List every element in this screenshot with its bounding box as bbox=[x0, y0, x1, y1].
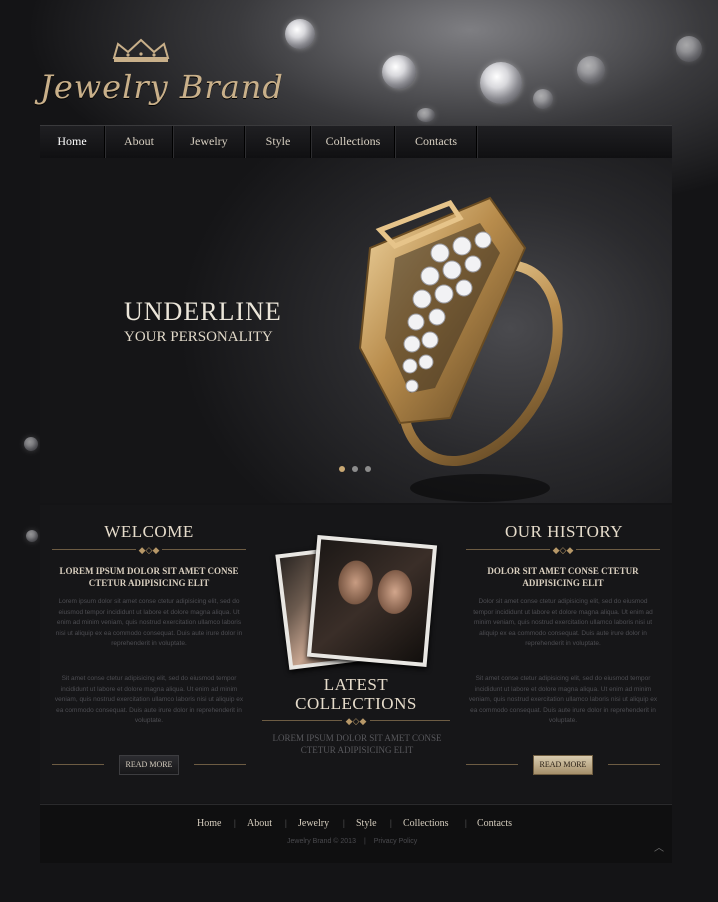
footer-link-style[interactable]: Style bbox=[356, 818, 377, 829]
hero-subtitle: YOUR PERSONALITY bbox=[124, 329, 273, 345]
diamond-decoration bbox=[285, 19, 315, 49]
collection-photo[interactable] bbox=[306, 535, 438, 667]
nav-item-home[interactable]: Home bbox=[40, 126, 104, 158]
footer-link-about[interactable]: About bbox=[247, 818, 272, 829]
footer-separator: | bbox=[390, 818, 392, 828]
main-nav: Home About Jewelry Style Collections Con… bbox=[40, 125, 672, 159]
footer-separator: | bbox=[343, 818, 345, 828]
history-paragraph: Sit amet conse ctetur adipisicing elit, … bbox=[468, 675, 658, 724]
footer-link-contacts[interactable]: Contacts bbox=[477, 818, 512, 829]
privacy-policy-link[interactable]: Privacy Policy bbox=[374, 838, 418, 845]
nav-item-contacts[interactable]: Contacts bbox=[396, 126, 476, 158]
chevron-up-icon[interactable]: ︿ bbox=[652, 844, 666, 854]
ring-image bbox=[358, 196, 563, 502]
hero-title: UNDERLINE bbox=[124, 297, 282, 326]
divider-ornament: ◆◇◆ bbox=[262, 716, 450, 726]
divider-ornament: ◆◇◆ bbox=[52, 545, 246, 555]
slider-dot[interactable] bbox=[339, 466, 345, 472]
copyright-text: Jewelry Brand © 2013 bbox=[287, 838, 356, 845]
nav-item-about[interactable]: About bbox=[106, 126, 172, 158]
divider-ornament: ◆◇◆ bbox=[466, 545, 660, 555]
diamond-decoration bbox=[533, 89, 553, 109]
slider-dot[interactable] bbox=[365, 466, 371, 472]
welcome-paragraph: Sit amet conse ctetur adipisicing elit, … bbox=[54, 675, 244, 724]
welcome-lead: LOREM IPSUM DOLOR SIT AMET CONSE CTETUR … bbox=[59, 566, 239, 588]
diamond-decoration bbox=[382, 55, 416, 89]
history-lead: DOLOR SIT AMET CONSE CTETUR ADIPISICING … bbox=[487, 566, 639, 588]
footer-separator: | bbox=[234, 818, 236, 828]
footer-separator: | bbox=[285, 818, 287, 828]
footer-link-jewelry[interactable]: Jewelry bbox=[298, 818, 329, 829]
slider-dot[interactable] bbox=[352, 466, 358, 472]
nav-divider bbox=[476, 126, 478, 158]
collections-lead: LOREM IPSUM DOLOR SIT AMET CONSE CTETUR … bbox=[272, 733, 442, 755]
footer bbox=[40, 804, 672, 863]
diamond-decoration bbox=[676, 36, 702, 62]
diamond-decoration bbox=[417, 108, 435, 122]
brand-logo[interactable]: Jewelry Brand bbox=[40, 68, 284, 106]
footer-link-home[interactable]: Home bbox=[197, 818, 221, 829]
diamond-decoration bbox=[577, 56, 605, 84]
crown-icon bbox=[112, 38, 170, 62]
diamond-decoration bbox=[480, 62, 522, 104]
welcome-title: WELCOME bbox=[104, 522, 194, 541]
collections-title: LATEST bbox=[323, 675, 389, 694]
diamond-decoration bbox=[26, 530, 38, 542]
nav-item-style[interactable]: Style bbox=[246, 126, 310, 158]
history-title: OUR HISTORY bbox=[504, 522, 624, 541]
history-paragraph: Dolor sit amet conse ctetur adipisicing … bbox=[473, 598, 653, 647]
nav-item-jewelry[interactable]: Jewelry bbox=[174, 126, 244, 158]
welcome-paragraph: Lorem ipsum dolor sit amet conse ctetur … bbox=[55, 598, 243, 647]
read-more-button[interactable]: READ MORE bbox=[533, 755, 593, 775]
slider-pagination bbox=[337, 466, 377, 474]
read-more-button[interactable]: READ MORE bbox=[119, 755, 179, 775]
nav-item-collections[interactable]: Collections bbox=[312, 126, 394, 158]
footer-link-collections[interactable]: Collections bbox=[403, 818, 449, 829]
footer-separator: | bbox=[465, 818, 467, 828]
footer-copyright: Jewelry Brand © 2013 | Privacy Policy bbox=[287, 838, 418, 845]
collections-title: COLLECTIONS bbox=[295, 694, 417, 713]
diamond-decoration bbox=[24, 437, 38, 451]
